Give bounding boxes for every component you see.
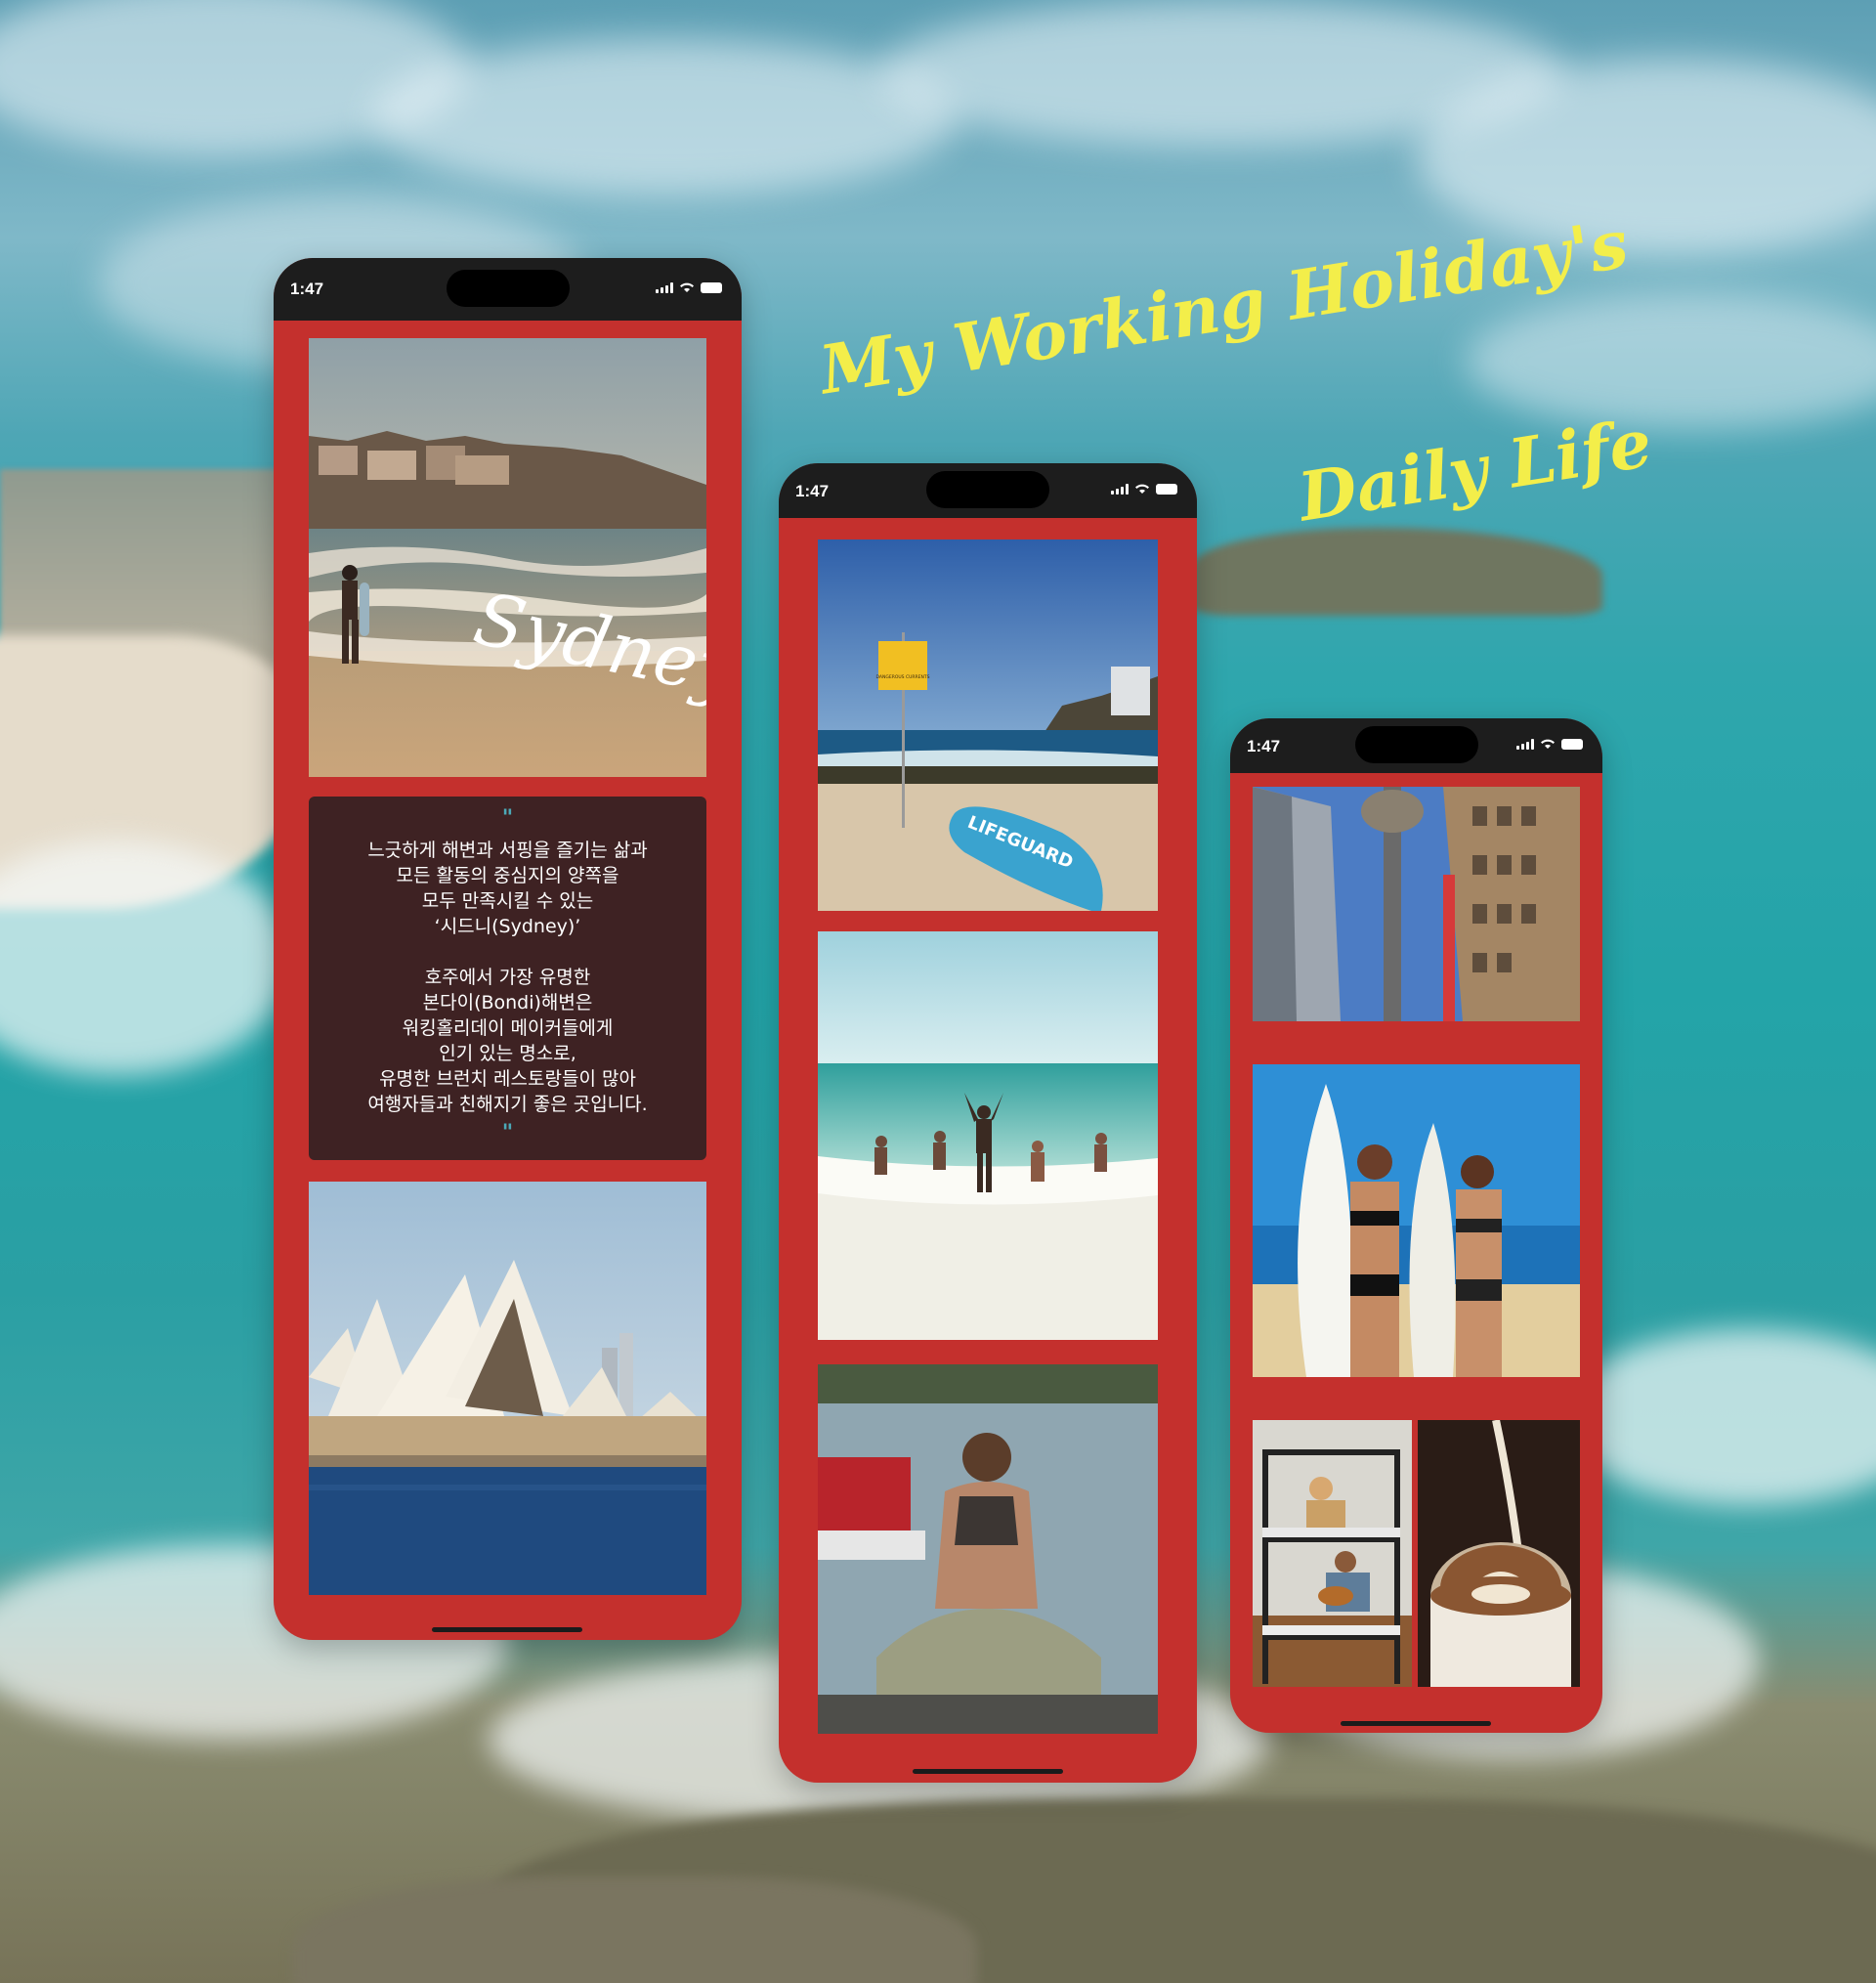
signal-icon [1516,739,1534,750]
status-time: 1:47 [1247,737,1281,755]
photo-surfer-girls [1253,1064,1580,1377]
photo-lifeguard-board: DANGEROUS CURRENTS LIFEGUARD [818,539,1158,911]
photo-latte-coffee [1418,1420,1580,1687]
wifi-icon [1135,484,1149,494]
photo-hostel-bunk [1253,1420,1412,1687]
background-beach: My Working Holiday's Daily Life 1:47 Syd… [0,0,1876,1983]
intro-text-card: " 느긋하게 해변과 서핑을 즐기는 삶과 모든 활동의 중심지의 양쪽을 모두… [309,797,706,1160]
intro-paragraph-1: 느긋하게 해변과 서핑을 즐기는 삶과 모든 활동의 중심지의 양쪽을 모두 만… [367,840,648,937]
dynamic-island [926,471,1049,508]
status-time: 1:47 [290,280,324,298]
signal-icon [1111,484,1129,495]
phone-3: 1:47 [1230,718,1602,1733]
home-indicator [913,1769,1063,1774]
status-time: 1:47 [795,482,830,500]
dynamic-island [1355,726,1478,763]
wifi-icon [1541,739,1555,749]
status-bar: 1:47 [779,463,1197,518]
headline-line-2: Daily Life [1293,404,1657,538]
wifi-icon [680,282,694,292]
photo-beach-runners [818,931,1158,1340]
photo-yoga [818,1364,1158,1734]
intro-paragraph-2: 호주에서 가장 유명한 본다이(Bondi)해변은 워킹홀리데이 메이커들에게 … [367,967,648,1115]
warning-sign-text: DANGEROUS CURRENTS [876,674,930,680]
battery-icon [1561,739,1583,750]
battery-icon [701,282,722,293]
open-quote: " [501,806,514,831]
photo-opera-house [309,1182,706,1595]
close-quote: " [501,1121,514,1145]
home-indicator [432,1627,582,1632]
battery-icon [1156,484,1177,495]
home-indicator [1341,1721,1491,1726]
phone-1: 1:47 Sydney " 느긋하게 해변과 서핑을 즐기는 삶과 모든 활동의… [274,258,742,1640]
dynamic-island [447,270,570,307]
signal-icon [656,282,673,293]
status-bar: 1:47 [274,258,742,321]
phone-2: 1:47 DANGEROUS CURRENTS LIFEGUARD [779,463,1197,1783]
photo-sydney-tower [1253,787,1580,1021]
status-bar: 1:47 [1230,718,1602,773]
photo-bondi-surfer: Sydney [309,338,706,777]
